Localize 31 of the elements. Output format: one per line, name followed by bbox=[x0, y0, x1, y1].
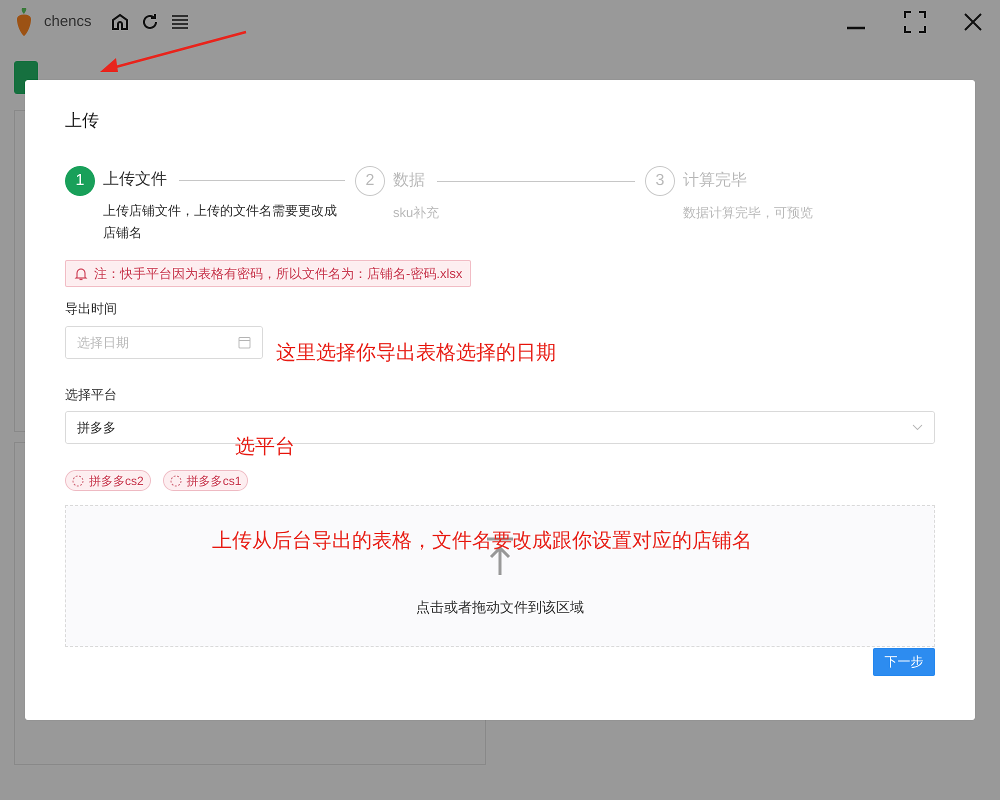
calendar-icon bbox=[238, 336, 251, 349]
maximize-icon[interactable] bbox=[904, 11, 926, 33]
dialog-title: 上传 bbox=[65, 110, 100, 132]
date-field[interactable]: 选择日期 bbox=[65, 326, 263, 359]
step-title: 计算完毕 bbox=[683, 170, 747, 191]
app-title: chencs bbox=[44, 12, 92, 32]
step-title: 数据 bbox=[393, 171, 425, 191]
bell-icon bbox=[74, 266, 88, 280]
carrot-logo-icon bbox=[14, 7, 34, 37]
step-description: sku补充 bbox=[393, 204, 440, 222]
field-label: 导出时间 bbox=[65, 300, 118, 318]
loading-icon bbox=[72, 474, 84, 486]
menu-icon[interactable] bbox=[170, 12, 190, 32]
step-number: 1 bbox=[65, 166, 95, 196]
step-number: 2 bbox=[355, 166, 385, 196]
annotation-text: 上传从后台导出的表格，文件名要改成跟你设置对应的店铺名 bbox=[212, 529, 752, 554]
next-step-button[interactable]: 下一步 bbox=[873, 648, 935, 676]
loading-icon bbox=[170, 474, 182, 486]
step-description: 上传店铺文件，上传的文件名需要更改成店铺名 bbox=[103, 202, 338, 242]
close-icon[interactable] bbox=[964, 13, 982, 31]
annotation-text: 这里选择你导出表格选择的日期 bbox=[276, 341, 556, 366]
platform-tag[interactable]: 拼多多cs2 bbox=[65, 470, 151, 491]
platform-tag[interactable]: 拼多多cs1 bbox=[162, 470, 248, 491]
step-title: 上传文件 bbox=[103, 170, 167, 190]
chevron-down-icon bbox=[912, 424, 923, 431]
notice-text: 注：快手平台因为表格有密码，所以文件名为：店铺名-密码.xlsx bbox=[94, 264, 462, 283]
step-number: 3 bbox=[645, 166, 675, 196]
home-icon[interactable] bbox=[110, 12, 130, 32]
field-label: 选择平台 bbox=[65, 386, 118, 404]
step-description: 数据计算完毕，可预览 bbox=[683, 204, 814, 222]
upload-hint: 点击或者拖动文件到该区域 bbox=[416, 598, 584, 617]
